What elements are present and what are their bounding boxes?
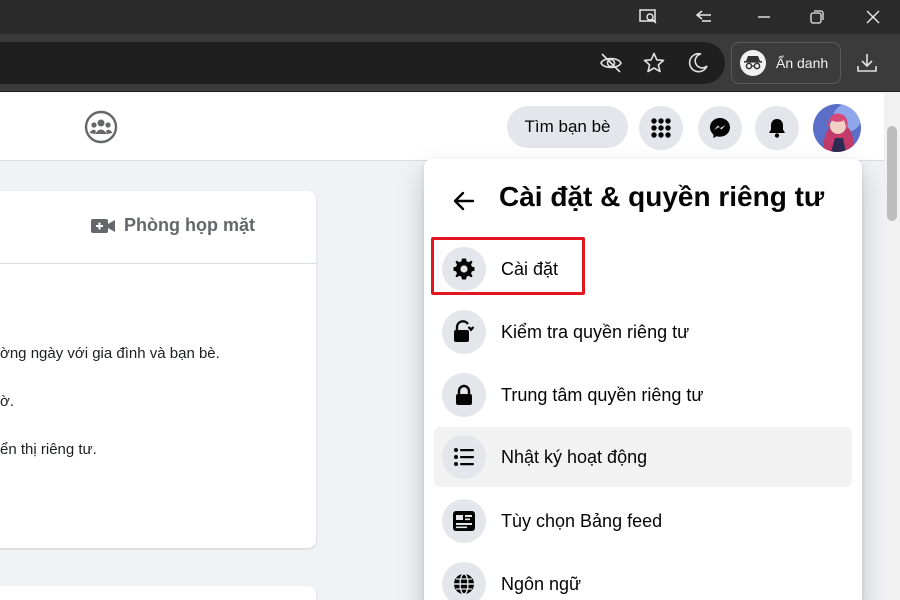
meeting-room-label: Phòng họp mặt: [124, 215, 255, 235]
tab-actions-icon[interactable]: [677, 0, 731, 34]
content-card: Phòng họp mặt ờng ngày với gia đình và b…: [0, 191, 316, 548]
browser-titlebar: [0, 0, 900, 34]
menu-grid-icon[interactable]: [639, 106, 683, 150]
download-icon[interactable]: [852, 48, 882, 78]
menu-item-label: Tùy chọn Bảng feed: [501, 510, 663, 531]
close-icon[interactable]: [846, 0, 900, 34]
incognito-profile-button[interactable]: Ẩn danh: [731, 42, 841, 84]
groups-icon[interactable]: [83, 109, 119, 145]
messenger-icon[interactable]: [698, 106, 742, 150]
list-icon: [442, 435, 486, 479]
notifications-bell-icon[interactable]: [755, 106, 799, 150]
card-text-line: ờ.: [0, 393, 15, 410]
content-card-next: [0, 586, 316, 600]
menu-item-label: Kiểm tra quyền riêng tư: [501, 321, 690, 342]
settings-privacy-panel: Cài đặt & quyền riêng tư Cài đặt Kiểm tr…: [424, 159, 862, 600]
screenshot-search-icon[interactable]: [622, 0, 676, 34]
menu-item-language[interactable]: Ngôn ngữ: [434, 554, 852, 600]
menu-item-privacy-center[interactable]: Trung tâm quyền riêng tư: [434, 365, 852, 425]
incognito-icon: [740, 50, 766, 76]
globe-icon: [442, 562, 486, 600]
lock-heart-icon: [442, 310, 486, 354]
feed-icon: [442, 499, 486, 543]
card-text-line: ển thị riêng tư.: [0, 441, 97, 458]
highlight-box: [431, 237, 585, 295]
minimize-icon[interactable]: [737, 0, 791, 34]
menu-item-feed-preferences[interactable]: Tùy chọn Bảng feed: [434, 491, 852, 551]
dark-mode-icon[interactable]: [683, 48, 713, 78]
meeting-room-tab[interactable]: Phòng họp mặt: [90, 215, 255, 236]
card-text-line: ờng ngày với gia đình và bạn bè.: [0, 345, 220, 362]
restore-icon[interactable]: [790, 0, 844, 34]
browser-toolbar: Ẩn danh: [0, 34, 900, 92]
menu-item-privacy-checkup[interactable]: Kiểm tra quyền riêng tư: [434, 302, 852, 362]
incognito-label: Ẩn danh: [776, 55, 829, 71]
profile-avatar[interactable]: [813, 104, 861, 152]
favorite-star-icon[interactable]: [639, 48, 669, 78]
card-divider: [0, 263, 316, 264]
menu-item-activity-log[interactable]: Nhật ký hoạt động: [434, 427, 852, 487]
back-arrow-icon[interactable]: [446, 183, 482, 219]
menu-item-label: Ngôn ngữ: [501, 573, 582, 594]
find-friends-button[interactable]: Tìm bạn bè: [507, 106, 628, 148]
page-scrollbar-thumb[interactable]: [887, 126, 897, 221]
tracking-prevention-icon[interactable]: [596, 48, 626, 78]
lock-icon: [442, 373, 486, 417]
panel-title: Cài đặt & quyền riêng tư: [499, 181, 825, 212]
menu-item-label: Nhật ký hoạt động: [501, 446, 648, 467]
video-camera-icon: [90, 216, 116, 236]
facebook-header: Tìm bạn bè: [0, 93, 884, 161]
menu-item-label: Trung tâm quyền riêng tư: [501, 384, 704, 405]
